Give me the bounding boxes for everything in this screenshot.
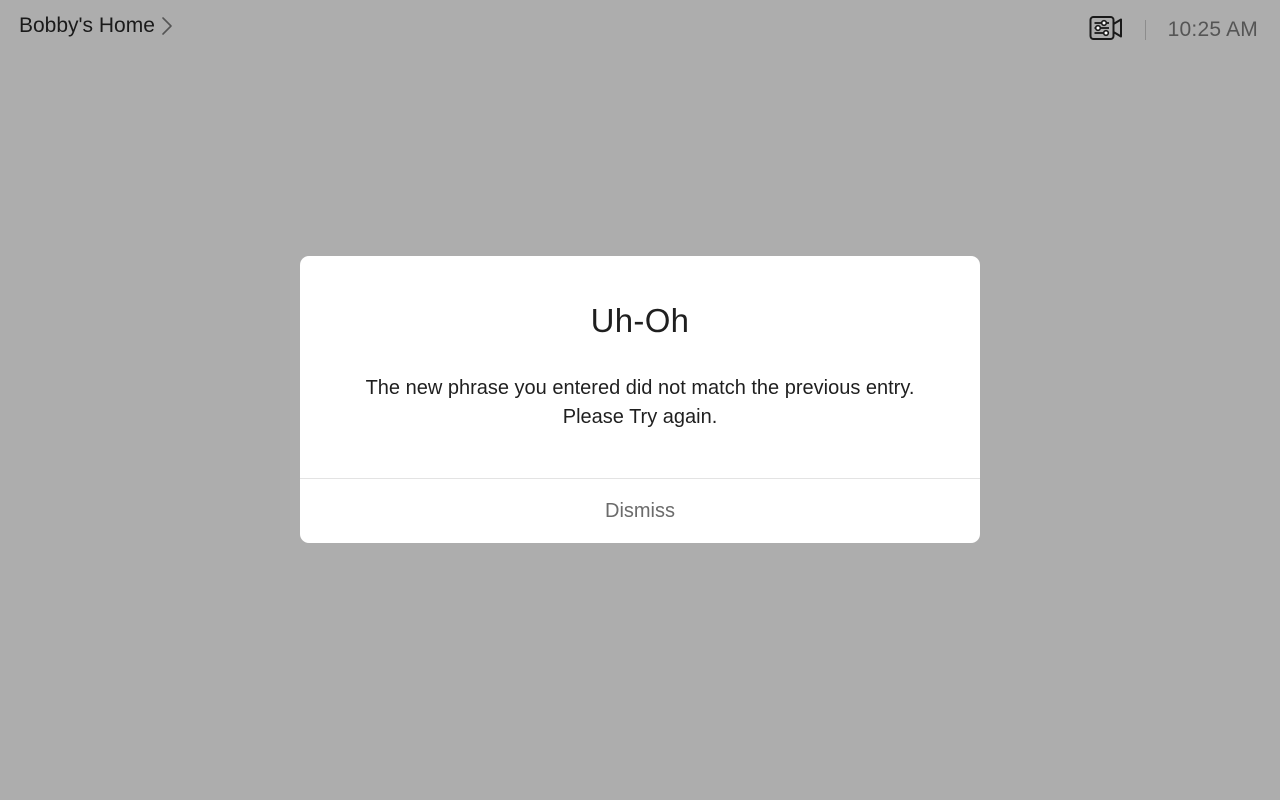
dialog-title: Uh-Oh bbox=[590, 302, 690, 339]
dismiss-button[interactable]: Dismiss bbox=[300, 479, 980, 543]
home-label: Bobby's Home bbox=[19, 14, 155, 37]
camera-controls-button[interactable] bbox=[1089, 15, 1123, 45]
camera-controls-icon bbox=[1089, 15, 1123, 46]
home-breadcrumb[interactable]: Bobby's Home bbox=[19, 14, 173, 38]
header-divider bbox=[1144, 20, 1146, 40]
dialog-message: The new phrase you entered did not match… bbox=[365, 377, 915, 428]
status-area: 10:25 AM bbox=[1089, 14, 1258, 46]
clock: 10:25 AM bbox=[1167, 18, 1258, 41]
error-dialog: Uh-Oh The new phrase you entered did not… bbox=[300, 256, 980, 543]
top-bar: Bobby's Home 10:25 AM bbox=[0, 0, 1280, 58]
chevron-right-icon bbox=[161, 16, 173, 36]
